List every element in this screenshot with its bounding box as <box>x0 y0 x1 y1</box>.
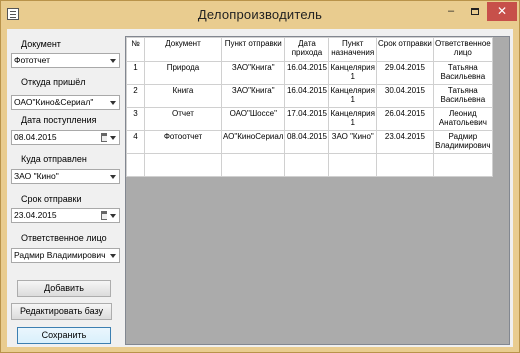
deadline-picker[interactable]: 23.04.2015 <box>11 208 120 223</box>
table-cell[interactable] <box>432 153 493 177</box>
table-cell[interactable]: Книга <box>144 84 222 108</box>
column-header[interactable]: Дата прихода <box>284 37 330 62</box>
maximize-icon <box>471 7 479 15</box>
table-cell[interactable]: ЗАО "Кино" <box>328 130 377 154</box>
person-value: Радмир Владимирович <box>14 250 106 260</box>
edit-database-button[interactable]: Редактировать базу <box>11 303 112 320</box>
table-row[interactable]: 4 Фотоотчет АО"КиноСериал 08.04.2015 ЗАО… <box>126 130 493 154</box>
from-value: ОАО"Кино&Сериал" <box>14 97 94 107</box>
table-cell[interactable]: Фотоотчет <box>144 130 222 154</box>
from-combobox[interactable]: ОАО"Кино&Сериал" <box>11 95 120 110</box>
table-cell[interactable]: 30.04.2015 <box>375 84 434 108</box>
table-cell[interactable]: 4 <box>126 130 145 154</box>
table-row[interactable]: 3 Отчет ОАО"Шоссе" 17.04.2015 Канцелярия… <box>126 107 493 131</box>
main-window: Делопроизводитель – ✕ Документ Фототчет … <box>0 0 520 353</box>
table-cell[interactable]: ОАО"Шоссе" <box>220 107 286 131</box>
to-combobox[interactable]: ЗАО "Кино" <box>11 169 120 184</box>
deadline-value: 23.04.2015 <box>14 210 57 220</box>
add-button[interactable]: Добавить <box>17 280 111 297</box>
date-in-value: 08.04.2015 <box>14 132 57 142</box>
from-label: Откуда пришёл <box>21 77 86 87</box>
chevron-down-icon[interactable] <box>107 209 119 222</box>
table-cell[interactable]: 26.04.2015 <box>375 107 434 131</box>
documents-table: № Документ Пункт отправки Дата прихода П… <box>126 37 493 177</box>
table-cell[interactable]: 29.04.2015 <box>375 61 434 85</box>
document-label: Документ <box>21 39 61 49</box>
table-cell[interactable]: Отчет <box>144 107 222 131</box>
table-row[interactable]: 2 Книга ЗАО"Книга" 16.04.2015 Канцелярия… <box>126 84 493 108</box>
table-row[interactable]: 1 Природа ЗАО"Книга" 16.04.2015 Канцеляр… <box>126 61 493 85</box>
chevron-down-icon[interactable] <box>107 170 119 183</box>
date-in-picker[interactable]: 08.04.2015 <box>11 130 120 145</box>
table-cell[interactable]: 16.04.2015 <box>284 61 330 85</box>
person-label: Ответственное лицо <box>21 233 107 243</box>
table-cell[interactable]: Природа <box>144 61 222 85</box>
chevron-down-icon[interactable] <box>107 131 119 144</box>
column-header[interactable]: Пункт отправки <box>220 37 286 62</box>
table-cell[interactable]: Канцелярия 1 <box>328 84 377 108</box>
document-combobox[interactable]: Фототчет <box>11 53 120 68</box>
column-header[interactable]: Срок отправки <box>375 37 434 62</box>
table-cell[interactable]: Канцелярия 1 <box>328 61 377 85</box>
close-button[interactable]: ✕ <box>487 2 517 21</box>
table-cell[interactable]: Радмир Владимирович <box>432 130 493 154</box>
table-header-row: № Документ Пункт отправки Дата прихода П… <box>126 37 493 62</box>
client-area: Документ Фототчет Откуда пришёл ОАО"Кино… <box>7 29 513 347</box>
table-cell[interactable] <box>328 153 377 177</box>
table-cell[interactable]: Канцелярия 1 <box>328 107 377 131</box>
to-value: ЗАО "Кино" <box>14 171 59 181</box>
document-value: Фототчет <box>14 55 51 65</box>
documents-grid[interactable]: № Документ Пункт отправки Дата прихода П… <box>125 36 510 345</box>
table-cell[interactable]: 23.04.2015 <box>375 130 434 154</box>
person-combobox[interactable]: Радмир Владимирович <box>11 248 120 263</box>
table-cell[interactable]: 2 <box>126 84 145 108</box>
column-header[interactable]: Ответственное лицо <box>432 37 493 62</box>
new-row[interactable] <box>126 153 493 177</box>
table-cell[interactable]: 17.04.2015 <box>284 107 330 131</box>
table-cell[interactable]: АО"КиноСериал <box>220 130 286 154</box>
minimize-button[interactable]: – <box>439 2 463 21</box>
table-cell[interactable]: 16.04.2015 <box>284 84 330 108</box>
table-cell[interactable] <box>375 153 434 177</box>
date-in-label: Дата поступления <box>21 115 97 125</box>
to-label: Куда отправлен <box>21 154 87 164</box>
table-cell[interactable] <box>220 153 286 177</box>
chevron-down-icon[interactable] <box>107 249 119 262</box>
chevron-down-icon[interactable] <box>107 96 119 109</box>
title-bar[interactable]: Делопроизводитель – ✕ <box>1 1 519 29</box>
column-header[interactable]: Пункт назначения <box>328 37 377 62</box>
save-button[interactable]: Сохранить <box>17 327 111 344</box>
table-cell[interactable] <box>144 153 222 177</box>
chevron-down-icon[interactable] <box>107 54 119 67</box>
table-cell[interactable]: 3 <box>126 107 145 131</box>
table-cell[interactable]: 1 <box>126 61 145 85</box>
table-cell[interactable] <box>126 153 145 177</box>
column-header[interactable]: Документ <box>144 37 222 62</box>
maximize-button[interactable] <box>463 2 487 21</box>
table-cell[interactable]: ЗАО"Книга" <box>220 84 286 108</box>
table-cell[interactable]: Татьяна Васильевна <box>432 61 493 85</box>
column-header[interactable]: № <box>126 37 145 62</box>
table-cell[interactable]: Леонид Анатольевич <box>432 107 493 131</box>
table-cell[interactable]: ЗАО"Книга" <box>220 61 286 85</box>
deadline-label: Срок отправки <box>21 194 82 204</box>
table-cell[interactable]: 08.04.2015 <box>284 130 330 154</box>
table-cell[interactable]: Татьяна Васильевна <box>432 84 493 108</box>
table-cell[interactable] <box>284 153 330 177</box>
